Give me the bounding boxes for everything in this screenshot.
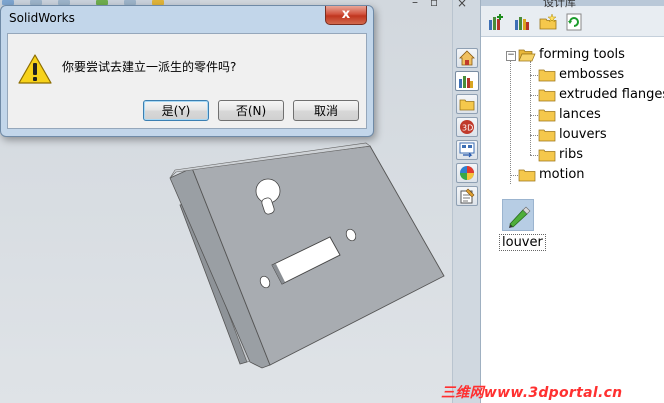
add-to-library-icon[interactable] (487, 13, 505, 31)
new-folder-icon[interactable] (539, 13, 557, 31)
tree-connector (510, 60, 511, 184)
task-pane-tabs: × 3D (452, 0, 481, 403)
tree-item-label: motion (539, 167, 585, 182)
minimize-icon[interactable]: – (412, 0, 418, 8)
close-icon[interactable]: × (457, 0, 467, 9)
tree-item-label: ribs (559, 147, 583, 162)
tab-appearances[interactable] (456, 163, 478, 183)
tab-search[interactable]: 3D (456, 117, 478, 137)
folder-icon (538, 69, 556, 82)
dialog-close-button[interactable]: x (325, 6, 367, 25)
panel-header: 设计库 (481, 0, 664, 9)
panel-toolbar (481, 8, 664, 34)
warning-icon (18, 54, 52, 84)
folder-icon (538, 149, 556, 162)
folder-open-icon (518, 49, 536, 62)
folder-icon (538, 129, 556, 142)
tree-item-label: lances (559, 107, 601, 122)
dialog-body: 你要尝试去建立一派生的零件吗? 是(Y) 否(N) 取消 (7, 33, 367, 129)
tree-item-label: extruded flanges (559, 87, 664, 102)
folder-icon (459, 99, 475, 111)
design-library-panel: 设计库 − forming tools embosses extruded fl… (480, 0, 664, 403)
tab-design-library[interactable] (455, 71, 479, 91)
forming-tool-icon (509, 206, 531, 228)
home-icon (459, 50, 475, 66)
confirm-dialog: SolidWorks x 你要尝试去建立一派生的零件吗? 是(Y) 否(N) 取… (0, 5, 374, 137)
folder-icon (518, 169, 536, 182)
custom-properties-icon (460, 188, 475, 204)
folder-icon (538, 89, 556, 102)
tab-view-palette[interactable] (456, 140, 478, 160)
tree-item-label: forming tools (539, 47, 625, 62)
library-tree: − forming tools embosses extruded flange… (481, 36, 664, 186)
folder-icon (538, 109, 556, 122)
design-library-icon (459, 76, 473, 88)
tab-file-explorer[interactable] (456, 94, 478, 114)
search-3d-icon: 3D (460, 120, 474, 134)
tree-item-label: embosses (559, 67, 625, 82)
graphics-viewport[interactable]: – ▫ SolidWorks x 你要尝试去建立一派生的零件吗? 是(Y) 否(… (0, 0, 452, 403)
appearances-icon (460, 166, 474, 180)
refresh-icon[interactable] (565, 13, 583, 31)
restore-icon[interactable]: ▫ (430, 0, 438, 8)
cancel-button[interactable]: 取消 (293, 100, 359, 121)
no-button[interactable]: 否(N) (218, 100, 284, 121)
tab-resources[interactable] (456, 48, 478, 68)
add-file-location-icon[interactable] (513, 13, 531, 31)
dialog-title: SolidWorks (9, 11, 75, 25)
svg-text:3D: 3D (462, 124, 473, 133)
file-item-louver[interactable] (502, 199, 534, 231)
sheet-metal-part[interactable] (160, 135, 455, 375)
yes-button[interactable]: 是(Y) (143, 100, 209, 121)
watermark: 三维网www.3dportal.cn (441, 385, 623, 401)
file-item-label: louver (499, 234, 546, 251)
tree-item-label: louvers (559, 127, 607, 142)
dialog-message: 你要尝试去建立一派生的零件吗? (62, 60, 237, 74)
tab-custom-properties[interactable] (456, 186, 478, 206)
view-palette-icon (459, 142, 475, 158)
library-file-view: louver (481, 185, 664, 403)
collapse-toggle[interactable]: − (506, 51, 516, 61)
